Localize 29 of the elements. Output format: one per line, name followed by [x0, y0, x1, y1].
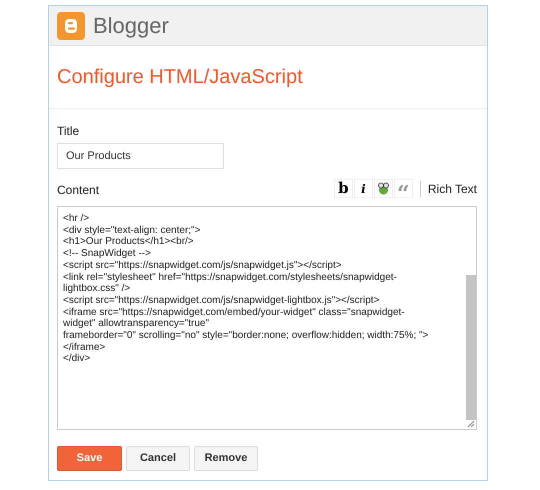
code-line: </div>: [63, 353, 90, 366]
frog-icon: [376, 182, 390, 195]
code-line: <div style="text-align: center;">: [63, 224, 200, 236]
italic-button[interactable]: i: [354, 179, 373, 198]
code-line: <script src="https://snapwidget.com/js/snapwidget.js"></script>: [63, 260, 342, 272]
rich-text-link[interactable]: Rich Text: [428, 180, 477, 198]
dialog-heading: Configure HTML/JavaScript: [57, 65, 303, 90]
scrollbar-thumb[interactable]: [466, 275, 476, 420]
resize-handle-icon: [465, 418, 475, 428]
code-line: <!-- SnapWidget -->: [63, 248, 151, 260]
code-line: <script src="https://snapwidget.com/js/snapwidget-lightbox.js"></script>: [63, 294, 380, 307]
code-line: <h1>Our Products</h1><br/>: [63, 236, 194, 248]
title-field[interactable]: Our Products: [57, 143, 224, 169]
brand-name: Blogger: [93, 12, 169, 40]
code-line: <hr />: [63, 213, 90, 225]
code-line: lightbox.css" />: [63, 283, 130, 295]
code-line: <link rel="stylesheet" href="https://snapwidget.com/stylesheets/snapwidget-: [63, 272, 397, 284]
title-label: Title: [57, 123, 80, 139]
image-button[interactable]: [374, 179, 393, 198]
secondary-button[interactable]: Cancel: [126, 446, 190, 471]
code-line: frameborder="0" scrolling="no" style="border:none; overflow:hidden; width:75%; ">: [63, 330, 428, 342]
content-label: Content: [57, 182, 100, 198]
code-line: widget" allowtransparency="true": [63, 318, 210, 330]
blogger-logo-icon: [57, 12, 85, 40]
code-line: </iframe>: [63, 342, 106, 354]
content-textarea[interactable]: [57, 206, 477, 430]
secondary-button[interactable]: Remove: [194, 446, 258, 471]
bold-button[interactable]: b: [334, 179, 353, 198]
code-line: <iframe src="https://snapwidget.com/embed/your-widget" class="snapwidget-: [63, 306, 405, 318]
